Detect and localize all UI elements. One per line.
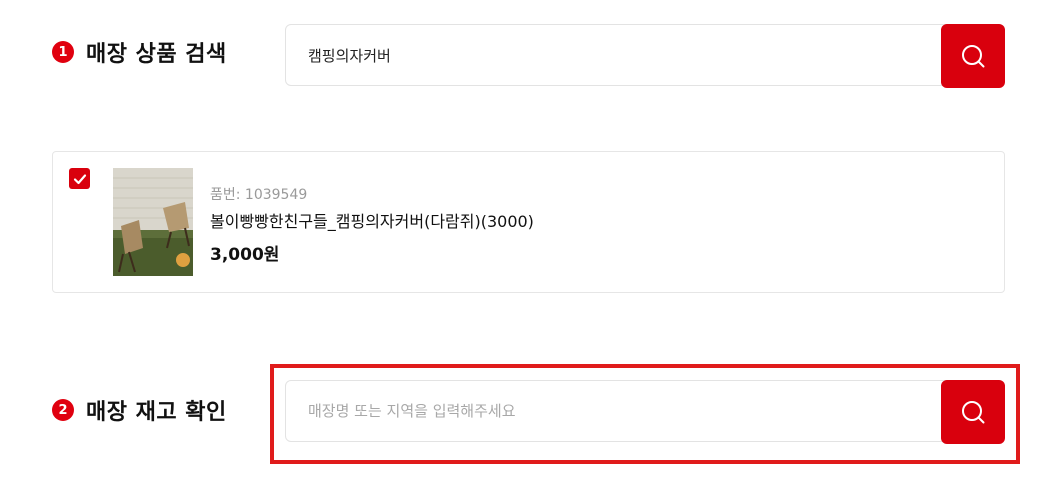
store-search-box xyxy=(285,380,1005,444)
store-search-input[interactable] xyxy=(286,381,938,441)
search-icon xyxy=(962,45,985,68)
product-thumbnail[interactable] xyxy=(113,168,193,276)
search-icon xyxy=(962,401,985,424)
product-code: 품번: 1039549 xyxy=(210,187,308,203)
product-search-button[interactable] xyxy=(941,24,1005,88)
check-icon xyxy=(73,173,86,184)
product-price: 3,000원 xyxy=(210,245,280,265)
step-1-title: 매장 상품 검색 xyxy=(86,42,227,67)
step-2-badge: 2 xyxy=(52,399,74,421)
product-name[interactable]: 볼이빵빵한친구들_캠핑의자커버(다람쥐)(3000) xyxy=(210,208,534,232)
product-search-box xyxy=(285,24,1005,88)
store-search-button[interactable] xyxy=(941,380,1005,444)
product-search-input[interactable] xyxy=(286,25,938,85)
product-checkbox[interactable] xyxy=(69,168,90,189)
step-1-heading: 1 매장 상품 검색 xyxy=(52,36,227,68)
product-card: 품번: 1039549 볼이빵빵한친구들_캠핑의자커버(다람쥐)(3000) 3… xyxy=(52,151,1005,293)
step-2-title: 매장 재고 확인 xyxy=(86,400,227,425)
step-2-heading: 2 매장 재고 확인 xyxy=(52,394,227,426)
step-1-badge: 1 xyxy=(52,41,74,63)
